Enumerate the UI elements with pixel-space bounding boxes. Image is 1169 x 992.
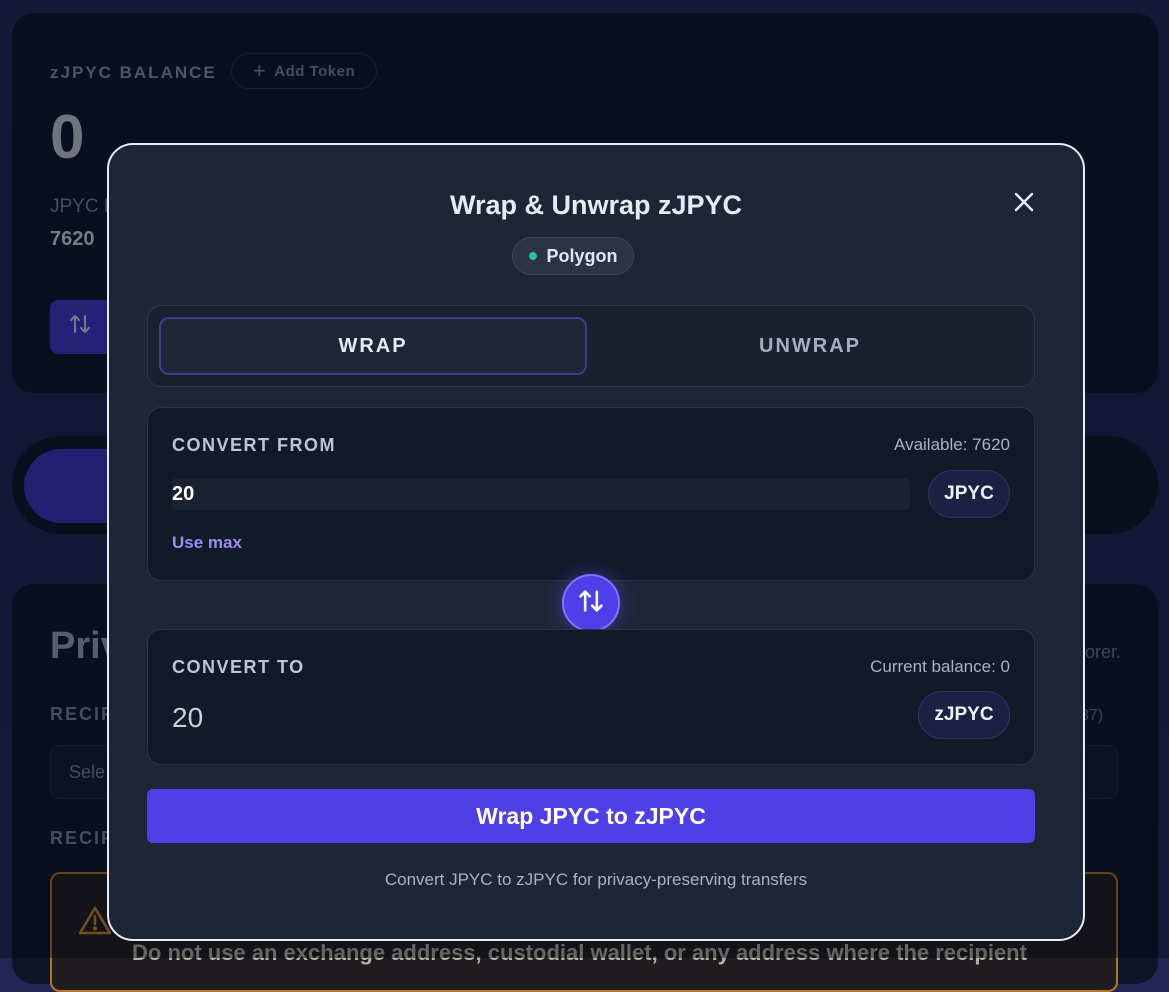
amount-input[interactable] xyxy=(172,478,910,510)
swap-direction-button[interactable] xyxy=(562,574,620,632)
tab-unwrap[interactable]: UNWRAP xyxy=(596,317,1024,375)
swap-arrows-icon xyxy=(577,587,605,620)
convert-to-label: CONVERT TO xyxy=(172,657,305,677)
mode-tabs: WRAP UNWRAP xyxy=(147,305,1035,387)
close-button[interactable] xyxy=(1009,189,1039,219)
network-status-dot xyxy=(528,252,537,260)
available-balance: Available: 7620 xyxy=(894,435,1010,454)
use-max-link[interactable]: Use max xyxy=(172,533,242,553)
convert-from-label: CONVERT FROM xyxy=(172,435,336,455)
tab-wrap[interactable]: WRAP xyxy=(159,317,587,375)
modal-footnote: Convert JPYC to zJPYC for privacy-preser… xyxy=(384,870,808,889)
close-icon xyxy=(1014,192,1034,217)
wrap-submit-button[interactable]: Wrap JPYC to zJPYC xyxy=(147,789,1035,843)
current-balance: Current balance: 0 xyxy=(870,657,1010,676)
network-badge: Polygon xyxy=(512,237,634,275)
wrap-unwrap-modal: Wrap & Unwrap zJPYC Polygon WRAP UNWRAP … xyxy=(107,143,1085,941)
output-amount: 20 xyxy=(172,702,204,733)
modal-title: Wrap & Unwrap zJPYC xyxy=(449,190,743,220)
to-token-pill: zJPYC xyxy=(918,691,1010,739)
convert-from-panel: CONVERT FROM Available: 7620 JPYC Use ma… xyxy=(147,407,1035,581)
from-token-pill: JPYC xyxy=(928,470,1010,518)
network-name: Polygon xyxy=(546,245,618,266)
convert-to-panel: CONVERT TO Current balance: 0 20 zJPYC xyxy=(147,629,1035,765)
